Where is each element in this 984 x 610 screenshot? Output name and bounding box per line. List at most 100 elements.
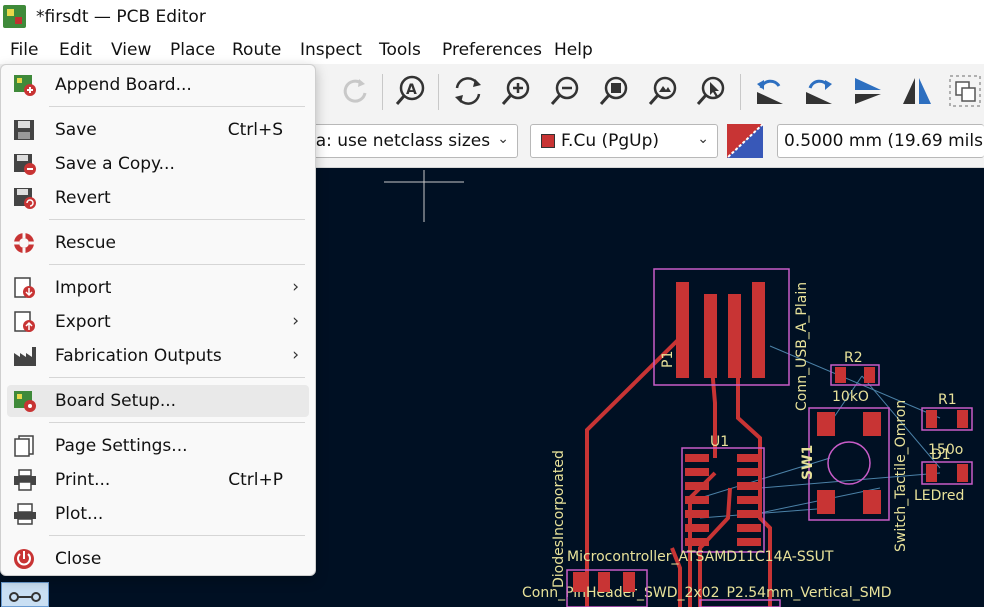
zoom-selection-icon[interactable] [692, 72, 730, 110]
layer-color-swatch [541, 134, 555, 148]
route-tool-button[interactable] [1, 582, 49, 607]
menu-item-import[interactable]: Import › [7, 272, 309, 304]
board-setup-icon [14, 391, 36, 412]
menu-item-label: Export [55, 312, 111, 332]
menu-route[interactable]: Route [232, 40, 281, 60]
sw-value-label: Switch_Tactile_Omron [893, 400, 909, 552]
menu-separator [49, 219, 305, 220]
chevron-down-icon: ⌄ [697, 131, 709, 147]
usb-value-label: Conn_USB_A_Plain [794, 282, 810, 411]
diodes-label: DiodesIncorporated [551, 450, 567, 588]
menu-file[interactable]: File [10, 40, 38, 60]
window-title: *firsdt — PCB Editor [36, 7, 206, 27]
r2-ref-label: R2 [844, 350, 863, 366]
r1-ref-label: R1 [938, 392, 957, 408]
menu-item-revert[interactable]: Revert [7, 182, 309, 214]
menu-edit[interactable]: Edit [59, 40, 92, 60]
menu-item-page-settings[interactable]: Page Settings... [7, 430, 309, 462]
menu-item-rescue[interactable]: Rescue [7, 227, 309, 259]
u1-pads [685, 454, 761, 546]
menu-item-label: Append Board... [55, 75, 192, 95]
zoom-fit-icon[interactable] [595, 72, 633, 110]
file-menu-dropdown: Append Board... Save Ctrl+S Save a Copy.… [0, 64, 316, 576]
grid-select[interactable]: 0.5000 mm (19.69 mils) [777, 124, 984, 158]
menu-item-shortcut: Ctrl+S [227, 120, 283, 140]
menu-item-label: Plot... [55, 504, 104, 524]
save-copy-icon [14, 154, 36, 175]
append-board-icon [14, 75, 36, 96]
menu-separator [49, 264, 305, 265]
menu-view[interactable]: View [111, 40, 151, 60]
chevron-down-icon: ⌄ [497, 131, 509, 147]
layer-select[interactable]: F.Cu (PgUp) ⌄ [530, 124, 718, 158]
chevron-right-icon: › [292, 311, 299, 331]
menu-item-label: Fabrication Outputs [55, 346, 222, 366]
toolbar-separator [438, 74, 439, 110]
menu-item-save[interactable]: Save Ctrl+S [7, 114, 309, 146]
rotate-ccw-icon[interactable] [751, 72, 789, 110]
menu-item-label: Rescue [55, 233, 116, 253]
menu-item-label: Save [55, 120, 97, 140]
menu-item-label: Page Settings... [55, 436, 188, 456]
find-icon[interactable]: A [392, 72, 430, 110]
fabrication-icon [14, 347, 36, 366]
zoom-in-icon[interactable] [497, 72, 535, 110]
r2-value-label: 10kO [832, 389, 869, 405]
page-settings-icon [14, 435, 34, 457]
menu-item-label: Import [55, 278, 112, 298]
toolbar-separator [740, 74, 741, 110]
menu-separator [49, 422, 305, 423]
mcu-value-label: Microcontroller_ATSAMD11C14A-SSUT [567, 549, 834, 565]
chevron-right-icon: › [292, 277, 299, 297]
menu-item-save-copy[interactable]: Save a Copy... [7, 148, 309, 180]
menu-item-label: Print... [55, 470, 111, 490]
title-bar: *firsdt — PCB Editor [0, 0, 984, 34]
menu-item-board-setup[interactable]: Board Setup... [7, 385, 309, 417]
via-size-select[interactable]: ia: use netclass sizes ⌄ [300, 124, 518, 158]
menu-place[interactable]: Place [170, 40, 215, 60]
d1-value-label: LEDred [914, 488, 964, 504]
save-icon [14, 120, 34, 140]
menu-inspect[interactable]: Inspect [300, 40, 362, 60]
toolbar-separator [382, 74, 383, 110]
zoom-objects-icon[interactable] [644, 72, 682, 110]
menu-separator [49, 377, 305, 378]
d1-ref-label: D1 [931, 447, 951, 463]
sw1-ref-label: SW1 [800, 445, 816, 480]
menu-item-plot[interactable]: Plot... [7, 498, 309, 530]
menu-item-label: Save a Copy... [55, 154, 175, 174]
flip-icon[interactable] [849, 72, 887, 110]
group-icon[interactable] [946, 72, 984, 110]
rotate-cw-icon[interactable] [800, 72, 838, 110]
menu-item-close[interactable]: Close [7, 543, 309, 575]
menu-help[interactable]: Help [554, 40, 593, 60]
grid-value: 0.5000 mm (19.69 mils) [784, 131, 984, 151]
mirror-icon[interactable] [898, 72, 936, 110]
layer-value: F.Cu (PgUp) [561, 131, 660, 151]
close-icon [14, 549, 34, 569]
menu-preferences[interactable]: Preferences [442, 40, 542, 60]
menu-separator [49, 535, 305, 536]
menu-item-export[interactable]: Export › [7, 306, 309, 338]
menu-item-label: Board Setup... [55, 391, 177, 411]
redo-icon[interactable] [336, 72, 374, 110]
revert-icon [14, 188, 36, 209]
usb-pads [676, 282, 765, 378]
menu-item-label: Close [55, 549, 102, 569]
via-size-value: ia: use netclass sizes [311, 131, 491, 151]
plot-icon [14, 503, 36, 525]
menu-tools[interactable]: Tools [379, 40, 421, 60]
layer-pair-icon[interactable] [726, 123, 764, 159]
menu-item-shortcut: Ctrl+P [228, 470, 283, 490]
menu-item-append-board[interactable]: Append Board... [7, 69, 309, 101]
menu-separator [49, 106, 305, 107]
menu-item-fabrication-outputs[interactable]: Fabrication Outputs › [7, 340, 309, 372]
menu-item-print[interactable]: Print... Ctrl+P [7, 464, 309, 496]
p1-ref-label: P1 [660, 351, 676, 368]
zoom-out-icon[interactable] [546, 72, 584, 110]
menu-item-label: Revert [55, 188, 111, 208]
rescue-icon [14, 233, 34, 253]
export-icon [14, 311, 35, 332]
refresh-icon[interactable] [449, 72, 487, 110]
menu-bar: File Edit View Place Route Inspect Tools… [0, 34, 984, 64]
